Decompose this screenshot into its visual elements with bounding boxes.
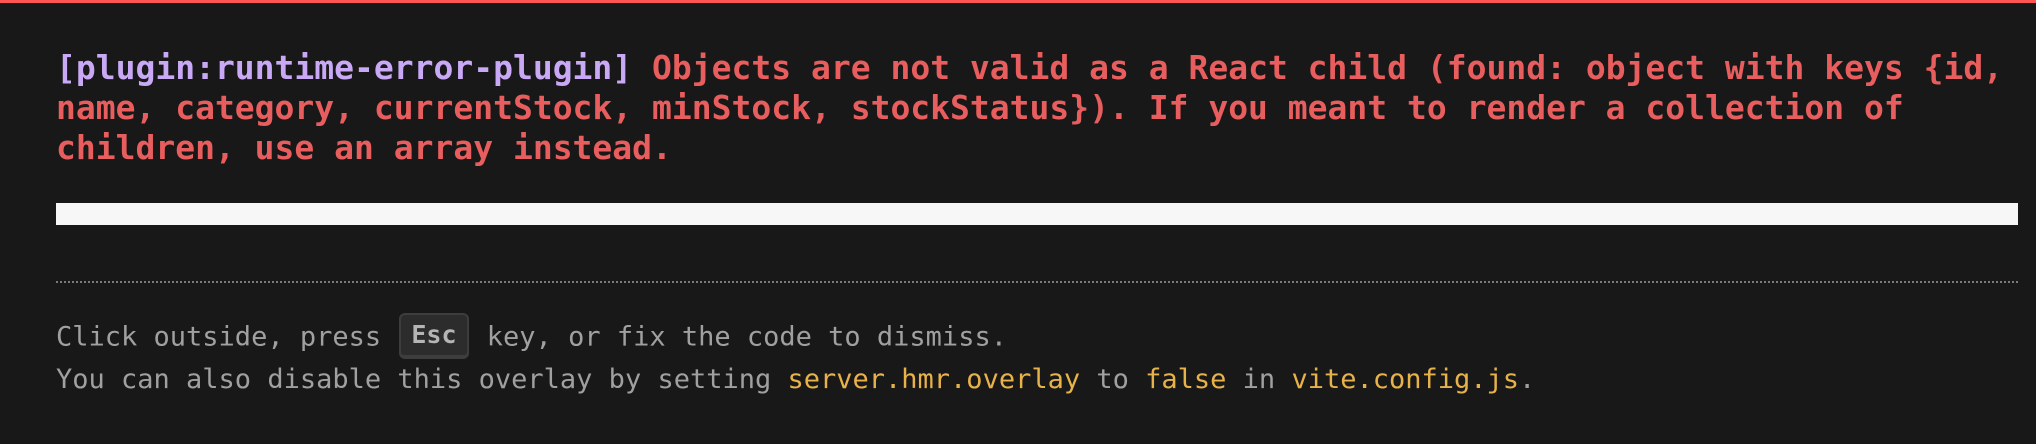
dismiss-tip-text-end: key, or fix the code to dismiss. — [470, 321, 1007, 353]
setting-value: false — [1145, 364, 1227, 395]
disable-tip-end: . — [1519, 364, 1536, 395]
disable-tip-to: to — [1080, 364, 1146, 395]
dismiss-tip-text: Click outside, press — [56, 321, 398, 353]
stack-frame-block — [56, 203, 2018, 225]
disable-tip-in: in — [1226, 364, 1292, 395]
setting-name: server.hmr.overlay — [787, 364, 1081, 395]
dismiss-tip: Click outside, press Esc key, or fix the… — [56, 313, 2016, 361]
esc-key: Esc — [399, 313, 469, 359]
disable-tip-text: You can also disable this overlay by set… — [56, 364, 788, 395]
config-file: vite.config.js — [1291, 364, 1520, 395]
error-overlay[interactable]: [plugin:runtime-error-plugin] Objects ar… — [0, 0, 2036, 444]
disable-overlay-tip: You can also disable this overlay by set… — [56, 362, 2016, 398]
divider — [56, 281, 2018, 283]
plugin-name: [plugin:runtime-error-plugin] — [56, 48, 633, 87]
error-message: [plugin:runtime-error-plugin] Objects ar… — [56, 48, 2016, 168]
